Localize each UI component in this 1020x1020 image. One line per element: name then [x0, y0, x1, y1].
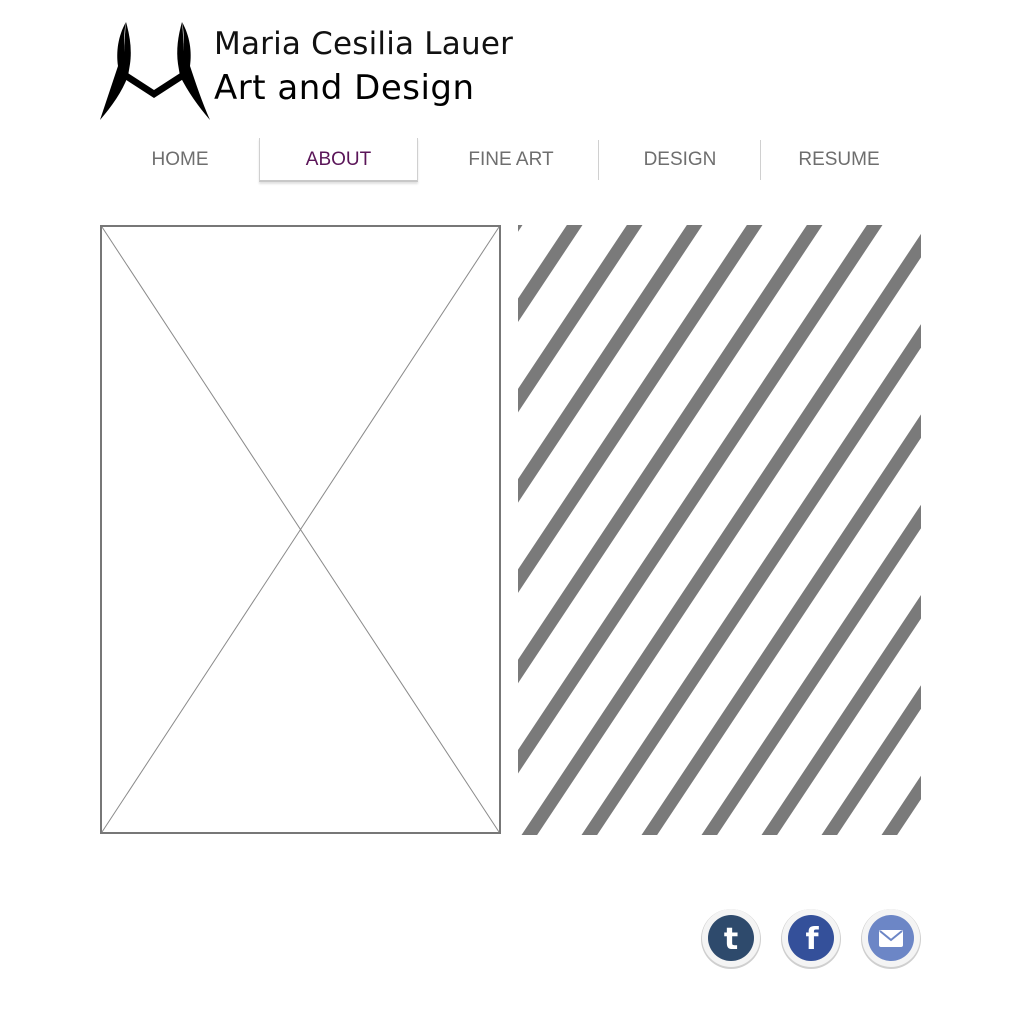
brand-subtitle: Art and Design	[214, 68, 475, 108]
email-button[interactable]	[860, 907, 922, 969]
logo-icon[interactable]	[96, 14, 214, 126]
nav-item-fine-art[interactable]: FINE ART	[420, 138, 602, 180]
facebook-icon: f	[781, 909, 841, 969]
nav-item-resume[interactable]: RESUME	[762, 138, 916, 180]
tumblr-icon: t	[701, 909, 761, 969]
main-nav: HOME ABOUT FINE ART DESIGN RESUME	[100, 138, 920, 182]
svg-text:t: t	[724, 922, 738, 957]
tumblr-button[interactable]: t	[700, 907, 762, 969]
pattern-stripe	[521, 233, 921, 835]
diagonal-stripes-pattern	[518, 225, 921, 835]
email-icon	[861, 909, 921, 969]
nav-item-home[interactable]: HOME	[100, 138, 260, 180]
nav-item-about[interactable]: ABOUT	[259, 138, 418, 182]
svg-text:f: f	[805, 922, 819, 957]
facebook-button[interactable]: f	[780, 907, 842, 969]
brand-name: Maria Cesilia Lauer	[214, 26, 514, 62]
nav-divider	[598, 140, 599, 180]
nav-divider	[760, 140, 761, 180]
image-placeholder	[100, 225, 501, 834]
nav-item-design[interactable]: DESIGN	[600, 138, 760, 180]
